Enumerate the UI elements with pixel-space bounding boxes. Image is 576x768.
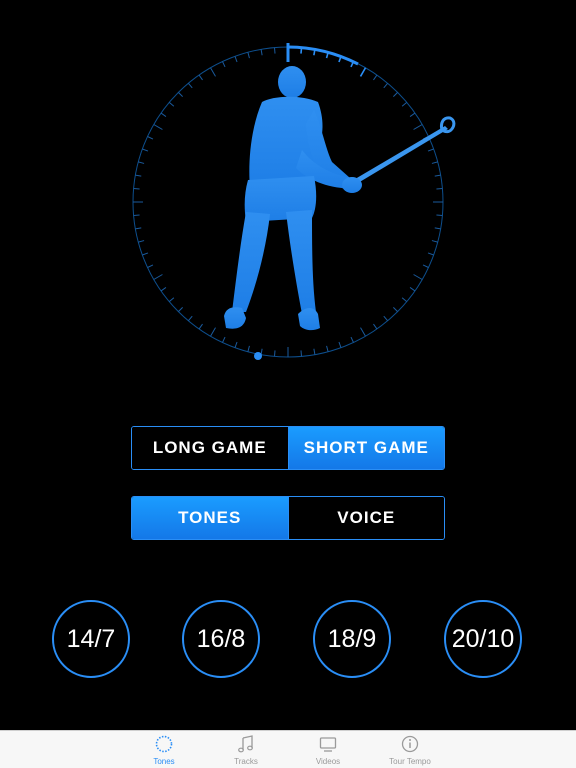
dial-tick — [142, 252, 149, 256]
dial-tick — [434, 174, 441, 177]
dial-tick — [147, 264, 154, 268]
dial-tick — [373, 74, 378, 81]
tab-tour-tempo[interactable]: Tour Tempo — [375, 734, 445, 766]
tempo-button-14-7[interactable]: 14/7 — [52, 600, 130, 678]
dial-tick — [147, 136, 154, 140]
dial-tick — [187, 82, 193, 89]
dial-tick — [436, 214, 443, 217]
dial-tick — [160, 287, 167, 292]
tab-tones[interactable]: Tones — [129, 734, 199, 766]
dial-tick — [409, 287, 416, 292]
tab-label: Tracks — [234, 757, 258, 766]
tempo-button-20-10[interactable]: 20/10 — [444, 600, 522, 678]
dial-tick — [234, 341, 238, 348]
tones-button[interactable]: TONES — [132, 497, 288, 539]
tab-bar: Tones Tracks Videos Tour Tempo — [0, 730, 576, 768]
dial-tick — [247, 345, 250, 352]
dial-tick — [393, 92, 398, 97]
dial-tick — [198, 323, 203, 330]
dial-tick — [135, 227, 142, 230]
golfer-silhouette-icon — [224, 66, 456, 331]
tab-label: Tones — [153, 757, 175, 766]
dial-tick — [350, 336, 354, 343]
dial-tick — [409, 112, 416, 117]
dial-tick — [326, 345, 329, 352]
dial-tick — [422, 264, 429, 268]
dial-tick — [393, 307, 398, 312]
dial-tick — [142, 148, 149, 152]
dial-tick — [187, 315, 193, 322]
dial-tick — [313, 348, 316, 355]
dial-tick — [210, 327, 216, 337]
music-note-icon — [238, 735, 253, 753]
dial-tick — [178, 92, 183, 97]
dial-tick — [401, 101, 408, 107]
dial-tick — [168, 297, 175, 303]
dial-tick — [153, 124, 163, 130]
progress-arc — [287, 45, 359, 66]
dial-tick — [138, 240, 145, 243]
dial-dot — [254, 352, 262, 360]
dial-tick — [135, 174, 142, 177]
dial-tick — [198, 74, 203, 81]
dial-tick — [413, 124, 423, 130]
dial-tick — [234, 56, 238, 63]
short-game-button[interactable]: SHORT GAME — [287, 427, 444, 469]
dial-tick — [247, 52, 250, 59]
tab-label: Videos — [315, 757, 341, 766]
tv-icon — [319, 737, 337, 752]
tab-tracks[interactable]: Tracks — [211, 734, 281, 766]
circle-dashed-icon — [155, 735, 173, 753]
tempo-button-18-9[interactable]: 18/9 — [313, 600, 391, 678]
dial-tick — [401, 297, 408, 303]
dial-tick — [360, 327, 366, 337]
swing-dial — [132, 43, 456, 360]
dial-tick — [160, 112, 167, 117]
tab-videos[interactable]: Videos — [293, 734, 363, 766]
dial-tick — [427, 148, 434, 152]
dial-tick — [338, 341, 342, 348]
dial-tick — [273, 47, 276, 54]
audio-segmented-control: TONES VOICE — [131, 496, 445, 540]
dial-tick — [273, 350, 276, 357]
game-segmented-control: LONG GAME SHORT GAME — [131, 426, 445, 470]
dial-tick — [373, 323, 378, 330]
dial-tick — [222, 61, 226, 68]
voice-button[interactable]: VOICE — [287, 497, 444, 539]
dial-tick — [138, 161, 145, 164]
dial-tick — [210, 67, 216, 77]
dial-tick — [178, 307, 183, 312]
dial-tick — [359, 67, 367, 77]
dial-tick — [222, 336, 226, 343]
dial-tick — [383, 315, 389, 322]
dial-tick — [300, 350, 303, 357]
long-game-button[interactable]: LONG GAME — [132, 427, 288, 469]
dial-tick — [383, 82, 389, 89]
dial-tick — [413, 274, 423, 280]
dial-tick — [260, 49, 263, 56]
dial-tick — [153, 274, 163, 280]
tab-label: Tour Tempo — [389, 757, 431, 766]
dial-tick — [431, 161, 438, 164]
tempo-button-16-8[interactable]: 16/8 — [182, 600, 260, 678]
dial-tick — [431, 240, 438, 243]
dial-tick — [434, 227, 441, 230]
dial-tick — [436, 187, 443, 190]
dial-tick — [133, 187, 140, 190]
dial-tick — [168, 101, 175, 107]
dial-tick — [427, 252, 434, 256]
dial-tick — [133, 214, 140, 217]
info-icon — [401, 735, 419, 753]
